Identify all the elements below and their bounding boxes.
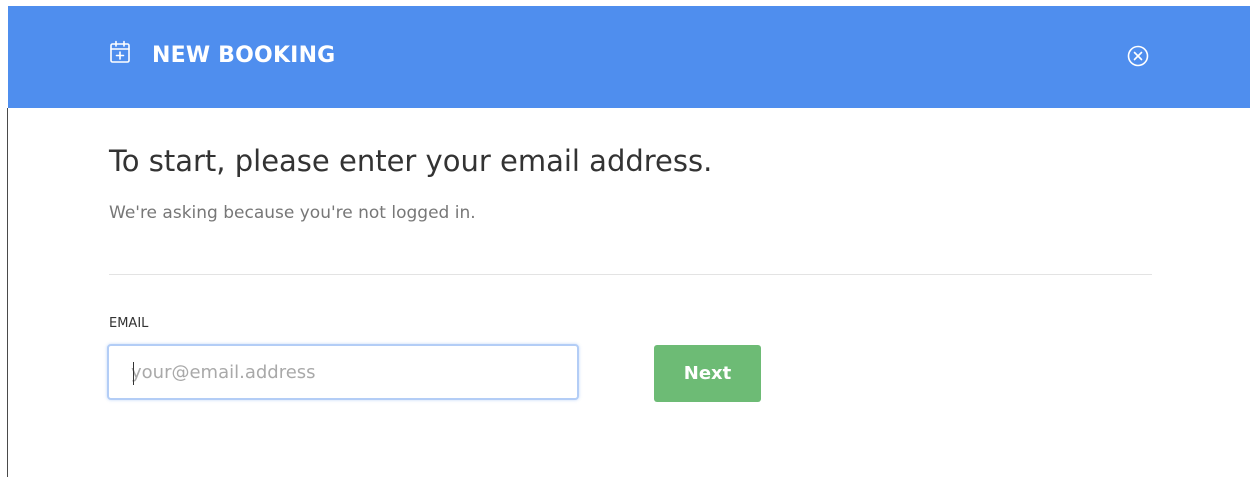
close-circle-icon[interactable] — [1127, 45, 1149, 67]
email-input[interactable] — [107, 344, 579, 400]
modal-header: NEW BOOKING — [8, 6, 1250, 108]
page: NEW BOOKING To start, please enter your … — [0, 0, 1250, 477]
calendar-plus-icon — [110, 40, 130, 63]
form-subheading: We're asking because you're not logged i… — [109, 203, 476, 223]
email-label: EMAIL — [109, 316, 149, 331]
form-heading: To start, please enter your email addres… — [109, 144, 713, 178]
divider — [109, 274, 1152, 275]
text-cursor — [133, 362, 134, 385]
new-booking-modal: NEW BOOKING To start, please enter your … — [8, 6, 1250, 477]
next-button[interactable]: Next — [654, 345, 761, 402]
modal-title: NEW BOOKING — [152, 43, 336, 68]
